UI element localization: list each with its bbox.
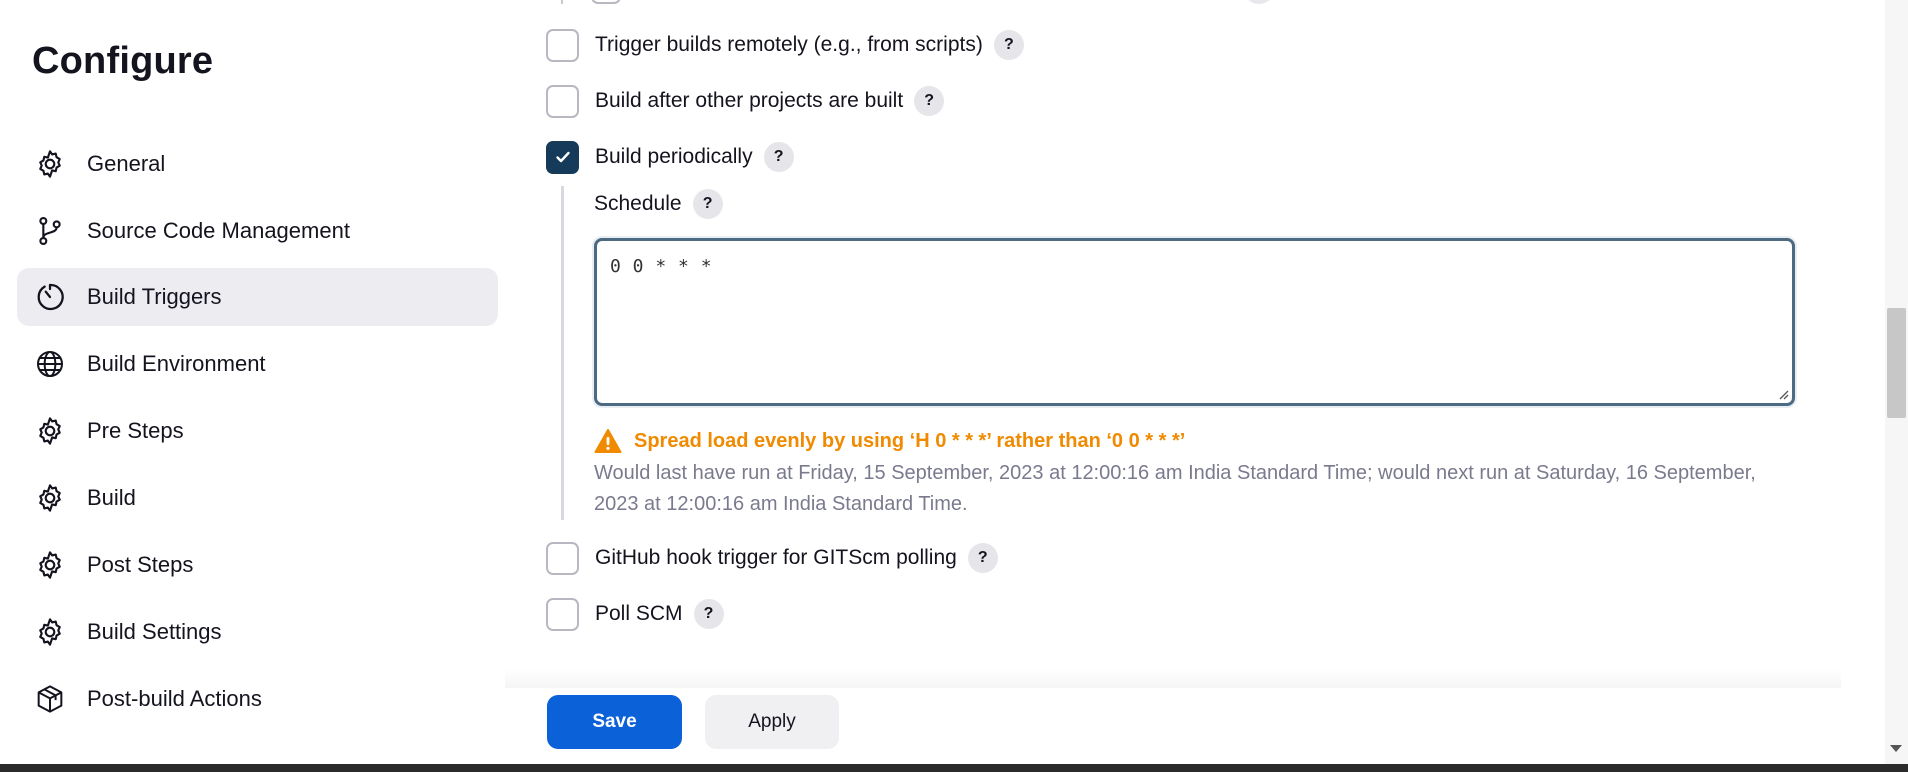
sidebar-item-label: Build Triggers [87,284,222,309]
trigger-periodic-row: Build periodically ? [546,140,794,174]
main-content: Trigger builds remotely (e.g., from scri… [505,0,1885,764]
sidebar-item-build-settings[interactable]: Build Settings [17,603,498,661]
trigger-periodic-label: Build periodically [595,145,753,168]
sidebar-item-build-triggers[interactable]: Build Triggers [17,268,498,326]
trigger-periodic-checkbox[interactable] [546,140,579,174]
footer-shadow [505,668,1841,688]
trigger-poll-scm-row: Poll SCM ? [546,597,724,631]
sidebar-item-label: Post-build Actions [87,686,262,711]
trigger-after-projects-checkbox[interactable] [546,84,579,118]
help-icon[interactable]: ? [914,86,945,116]
trigger-remote-label: Trigger builds remotely (e.g., from scri… [595,33,983,56]
sidebar-item-label: Post Steps [87,552,194,577]
section-indent-bar [561,186,564,520]
apply-button[interactable]: Apply [705,695,839,749]
checkmark-icon [555,151,570,163]
sidebar-item-label: General [87,151,166,176]
sidebar-item-label: Build Environment [87,351,266,376]
sidebar-item-post-build-actions[interactable]: Post-build Actions [17,670,498,728]
trigger-remote-row: Trigger builds remotely (e.g., from scri… [546,28,1024,62]
scrollbar-thumb[interactable] [1887,308,1906,418]
checkbox[interactable] [591,0,621,4]
page-title: Configure [32,40,214,82]
help-icon[interactable]: ? [693,599,724,629]
schedule-section: Schedule ? 0 0 * * * Spread load evenly … [561,186,1891,520]
sidebar: Configure General Source Code Management… [0,0,505,764]
schedule-label: Schedule [594,192,682,215]
gear-icon [34,148,66,180]
run-info-text: Would last have run at Friday, 15 Septem… [594,462,1756,515]
package-icon [34,683,66,715]
trigger-after-projects-label: Build after other projects are built [595,89,904,112]
sidebar-item-label: Build [87,485,136,510]
help-icon[interactable]: ? [993,30,1024,60]
scrollbar[interactable] [1885,0,1908,764]
sidebar-item-general[interactable]: General [17,135,498,193]
trigger-github-hook-row: GitHub hook trigger for GITScm polling ? [546,541,998,575]
gear-icon [34,482,66,514]
trigger-github-hook-checkbox[interactable] [546,541,579,575]
branch-icon [34,215,66,247]
sidebar-item-pre-steps[interactable]: Pre Steps [17,402,498,460]
help-icon[interactable]: ? [967,543,998,573]
help-icon[interactable] [1245,0,1273,4]
sidebar-item-label: Pre Steps [87,418,184,443]
sidebar-item-label: Source Code Management [87,218,350,243]
sidebar-item-build[interactable]: Build [17,469,498,527]
schedule-textarea[interactable]: 0 0 * * * [594,238,1795,406]
trigger-github-hook-label: GitHub hook trigger for GITScm polling [595,546,957,569]
section-divider [561,0,563,4]
trigger-after-projects-row: Build after other projects are built ? [546,84,945,118]
gear-icon [34,549,66,581]
taskbar-edge [0,764,1908,772]
help-icon[interactable]: ? [763,142,794,172]
warning-message: Spread load evenly by using ‘H 0 * * *’ … [594,426,1185,456]
sidebar-item-build-environment[interactable]: Build Environment [17,335,498,393]
sidebar-item-post-steps[interactable]: Post Steps [17,536,498,594]
warning-text: Spread load evenly by using ‘H 0 * * *’ … [634,429,1186,452]
scroll-down-arrow-icon[interactable] [1890,745,1902,752]
sidebar-item-source-code-management[interactable]: Source Code Management [17,202,498,260]
trigger-poll-scm-label: Poll SCM [595,602,683,625]
trigger-poll-scm-checkbox[interactable] [546,597,579,631]
help-icon[interactable]: ? [692,189,723,219]
save-button[interactable]: Save [547,695,682,749]
gear-icon [34,616,66,648]
resize-handle-icon[interactable] [1777,388,1789,400]
schedule-value: 0 0 * * * [610,256,713,277]
clock-icon [34,281,66,313]
schedule-label-row: Schedule ? [594,186,723,222]
gear-icon [34,415,66,447]
sidebar-item-label: Build Settings [87,619,222,644]
warning-icon [594,429,622,453]
globe-icon [34,348,66,380]
trigger-remote-checkbox[interactable] [546,28,579,62]
